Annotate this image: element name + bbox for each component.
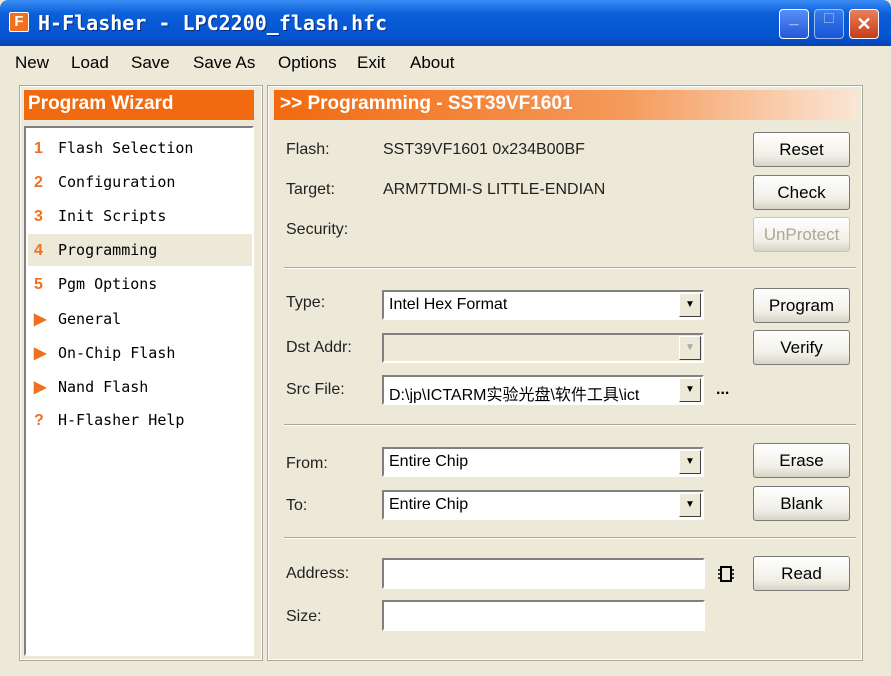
size-label: Size: — [286, 608, 322, 625]
to-label: To: — [286, 497, 308, 514]
menu-about[interactable]: About — [410, 53, 454, 73]
to-value: Entire Chip — [389, 496, 469, 513]
step-icon: 4 — [34, 242, 43, 259]
menu-options[interactable]: Options — [278, 53, 337, 73]
wizard-item-label: On-Chip Flash — [58, 344, 176, 362]
wizard-item-label: Pgm Options — [58, 275, 158, 293]
type-value: Intel Hex Format — [389, 296, 508, 313]
wizard-title: Program Wizard — [24, 90, 254, 120]
address-input[interactable] — [382, 558, 705, 589]
chevron-down-icon[interactable]: ▼ — [679, 378, 701, 402]
minimize-button[interactable]: _ — [779, 9, 809, 39]
dst-addr-select[interactable]: ▼ — [382, 333, 704, 363]
step-icon: 3 — [34, 208, 43, 225]
dst-addr-label: Dst Addr: — [286, 339, 352, 356]
from-value: Entire Chip — [389, 453, 469, 470]
menu-save-as[interactable]: Save As — [193, 53, 255, 73]
read-button[interactable]: Read — [753, 556, 850, 591]
chevron-down-icon[interactable]: ▼ — [679, 493, 701, 517]
wizard-item-on-chip-flash[interactable]: ▶ On-Chip Flash — [28, 336, 252, 368]
wizard-item-programming[interactable]: 4 Programming — [28, 234, 252, 266]
from-select[interactable]: Entire Chip ▼ — [382, 447, 704, 477]
program-button[interactable]: Program — [753, 288, 850, 323]
wizard-item-label: General — [58, 310, 122, 328]
menu-bar: New Load Save Save As Options Exit About — [0, 48, 891, 78]
wizard-item-label: H-Flasher Help — [58, 411, 185, 429]
to-select[interactable]: Entire Chip ▼ — [382, 490, 704, 520]
target-value: ARM7TDMI-S LITTLE-ENDIAN — [383, 181, 606, 198]
wizard-item-label: Programming — [58, 241, 158, 259]
app-icon: F — [9, 12, 29, 32]
type-label: Type: — [286, 294, 326, 311]
menu-save[interactable]: Save — [131, 53, 170, 73]
step-icon: ? — [34, 412, 44, 429]
step-icon: ▶ — [34, 311, 47, 328]
chevron-down-icon[interactable]: ▼ — [679, 336, 701, 360]
menu-load[interactable]: Load — [71, 53, 109, 73]
from-label: From: — [286, 455, 328, 472]
target-label: Target: — [286, 181, 335, 198]
page-title: >> Programming - SST39VF1601 — [274, 90, 858, 120]
wizard-item-label: Configuration — [58, 173, 176, 191]
browse-button[interactable]: ... — [716, 381, 729, 399]
unprotect-button[interactable]: UnProtect — [753, 217, 850, 252]
wizard-item-nand-flash[interactable]: ▶ Nand Flash — [28, 370, 252, 402]
type-select[interactable]: Intel Hex Format ▼ — [382, 290, 704, 320]
wizard-item-h-flasher-help[interactable]: ? H-Flasher Help — [28, 404, 252, 436]
window-title: H-Flasher - LPC2200_flash.hfc — [38, 11, 388, 35]
wizard-item-label: Nand Flash — [58, 378, 149, 396]
src-file-select[interactable]: D:\jp\ICTARM实验光盘\软件工具\ict ▼ — [382, 375, 704, 405]
flash-label: Flash: — [286, 141, 330, 158]
wizard-list: 1 Flash Selection 2 Configuration 3 Init Scri… — [24, 126, 254, 656]
chip-icon[interactable] — [717, 565, 735, 583]
size-input[interactable] — [382, 600, 705, 631]
wizard-item-configuration[interactable]: 2 Configuration — [28, 166, 252, 198]
check-button[interactable]: Check — [753, 175, 850, 210]
menu-new[interactable]: New — [15, 53, 49, 73]
step-icon: ▶ — [34, 379, 47, 396]
erase-button[interactable]: Erase — [753, 443, 850, 478]
chevron-down-icon[interactable]: ▼ — [679, 293, 701, 317]
divider — [284, 537, 856, 539]
verify-button[interactable]: Verify — [753, 330, 850, 365]
chevron-down-icon[interactable]: ▼ — [679, 450, 701, 474]
flash-value: SST39VF1601 0x234B00BF — [383, 141, 585, 158]
step-icon: 5 — [34, 276, 43, 293]
step-icon: 2 — [34, 174, 43, 191]
reset-button[interactable]: Reset — [753, 132, 850, 167]
security-label: Security: — [286, 221, 349, 238]
wizard-item-pgm-options[interactable]: 5 Pgm Options — [28, 268, 252, 300]
menu-exit[interactable]: Exit — [357, 53, 385, 73]
wizard-item-init-scripts[interactable]: 3 Init Scripts — [28, 200, 252, 232]
wizard-item-label: Flash Selection — [58, 139, 194, 157]
step-icon: ▶ — [34, 345, 47, 362]
wizard-item-general[interactable]: ▶ General — [28, 302, 252, 334]
address-label: Address: — [286, 565, 350, 582]
divider — [284, 424, 856, 426]
wizard-item-label: Init Scripts — [58, 207, 167, 225]
blank-button[interactable]: Blank — [753, 486, 850, 521]
divider — [284, 267, 856, 269]
src-file-value: D:\jp\ICTARM实验光盘\软件工具\ict — [389, 387, 640, 404]
close-button[interactable]: ✕ — [849, 9, 879, 39]
maximize-button[interactable]: □ — [814, 9, 844, 39]
wizard-item-flash-selection[interactable]: 1 Flash Selection — [28, 132, 252, 164]
step-icon: 1 — [34, 140, 43, 157]
src-file-label: Src File: — [286, 381, 345, 398]
